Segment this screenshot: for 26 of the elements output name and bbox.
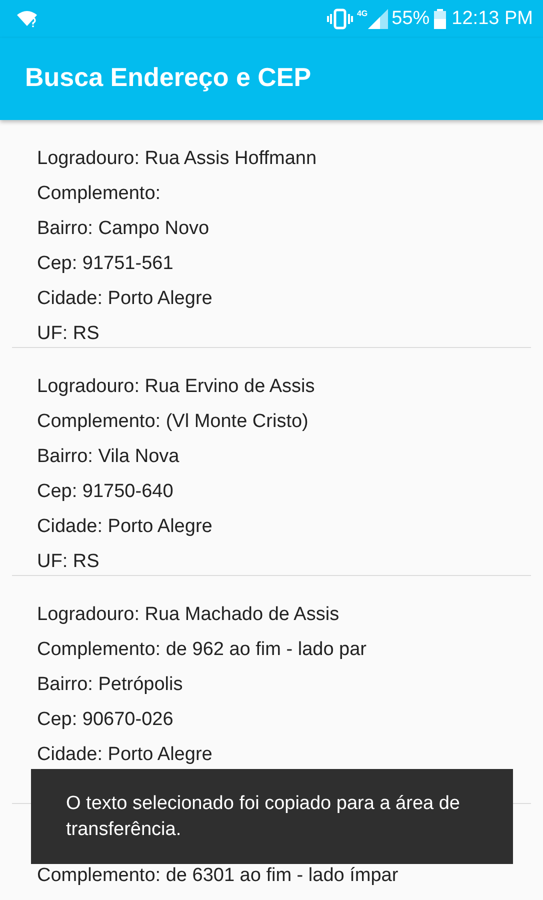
address-field-text[interactable]: Cep: 91750-640 <box>37 474 507 509</box>
address-field-text[interactable]: UF: RS <box>37 544 507 579</box>
address-field-text[interactable]: Complemento: <box>37 176 507 211</box>
vibrate-icon <box>326 8 353 30</box>
clock-time: 12:13 PM <box>452 8 533 30</box>
wifi-unknown-icon <box>16 10 38 28</box>
address-field-text[interactable]: Complemento: (Vl Monte Cristo) <box>37 404 507 439</box>
app-title: Busca Endereço e CEP <box>25 62 312 94</box>
address-field-text[interactable]: UF: RS <box>37 316 507 351</box>
toast-text: O texto selecionado foi copiado para a área de transferência. <box>66 792 461 842</box>
battery-icon <box>434 9 446 29</box>
signal-icon <box>368 9 388 29</box>
address-field-text[interactable]: Cidade: Porto Alegre <box>37 737 507 772</box>
network-label: 4G <box>356 9 368 18</box>
battery-percentage: 55% <box>392 8 430 30</box>
address-field-text[interactable]: Cidade: Porto Alegre <box>37 281 507 316</box>
address-field-text[interactable]: Cidade: Porto Alegre <box>37 509 507 544</box>
address-field-text[interactable]: Bairro: Petrópolis <box>37 667 507 702</box>
address-field-text[interactable]: Complemento: de 962 ao fim - lado par <box>37 632 507 667</box>
address-field-text[interactable]: Logradouro: Rua Ervino de Assis <box>37 369 507 404</box>
address-field-text[interactable]: Cep: 90670-026 <box>37 702 507 737</box>
address-field-text[interactable]: Bairro: Vila Nova <box>37 439 507 474</box>
address-field-text[interactable]: Logradouro: Rua Assis Hoffmann <box>37 141 507 176</box>
address-field-text[interactable]: Logradouro: Rua Machado de Assis <box>37 597 507 632</box>
address-field-text[interactable]: Bairro: Campo Novo <box>37 211 507 246</box>
address-field-text[interactable]: Cep: 91751-561 <box>37 246 507 281</box>
